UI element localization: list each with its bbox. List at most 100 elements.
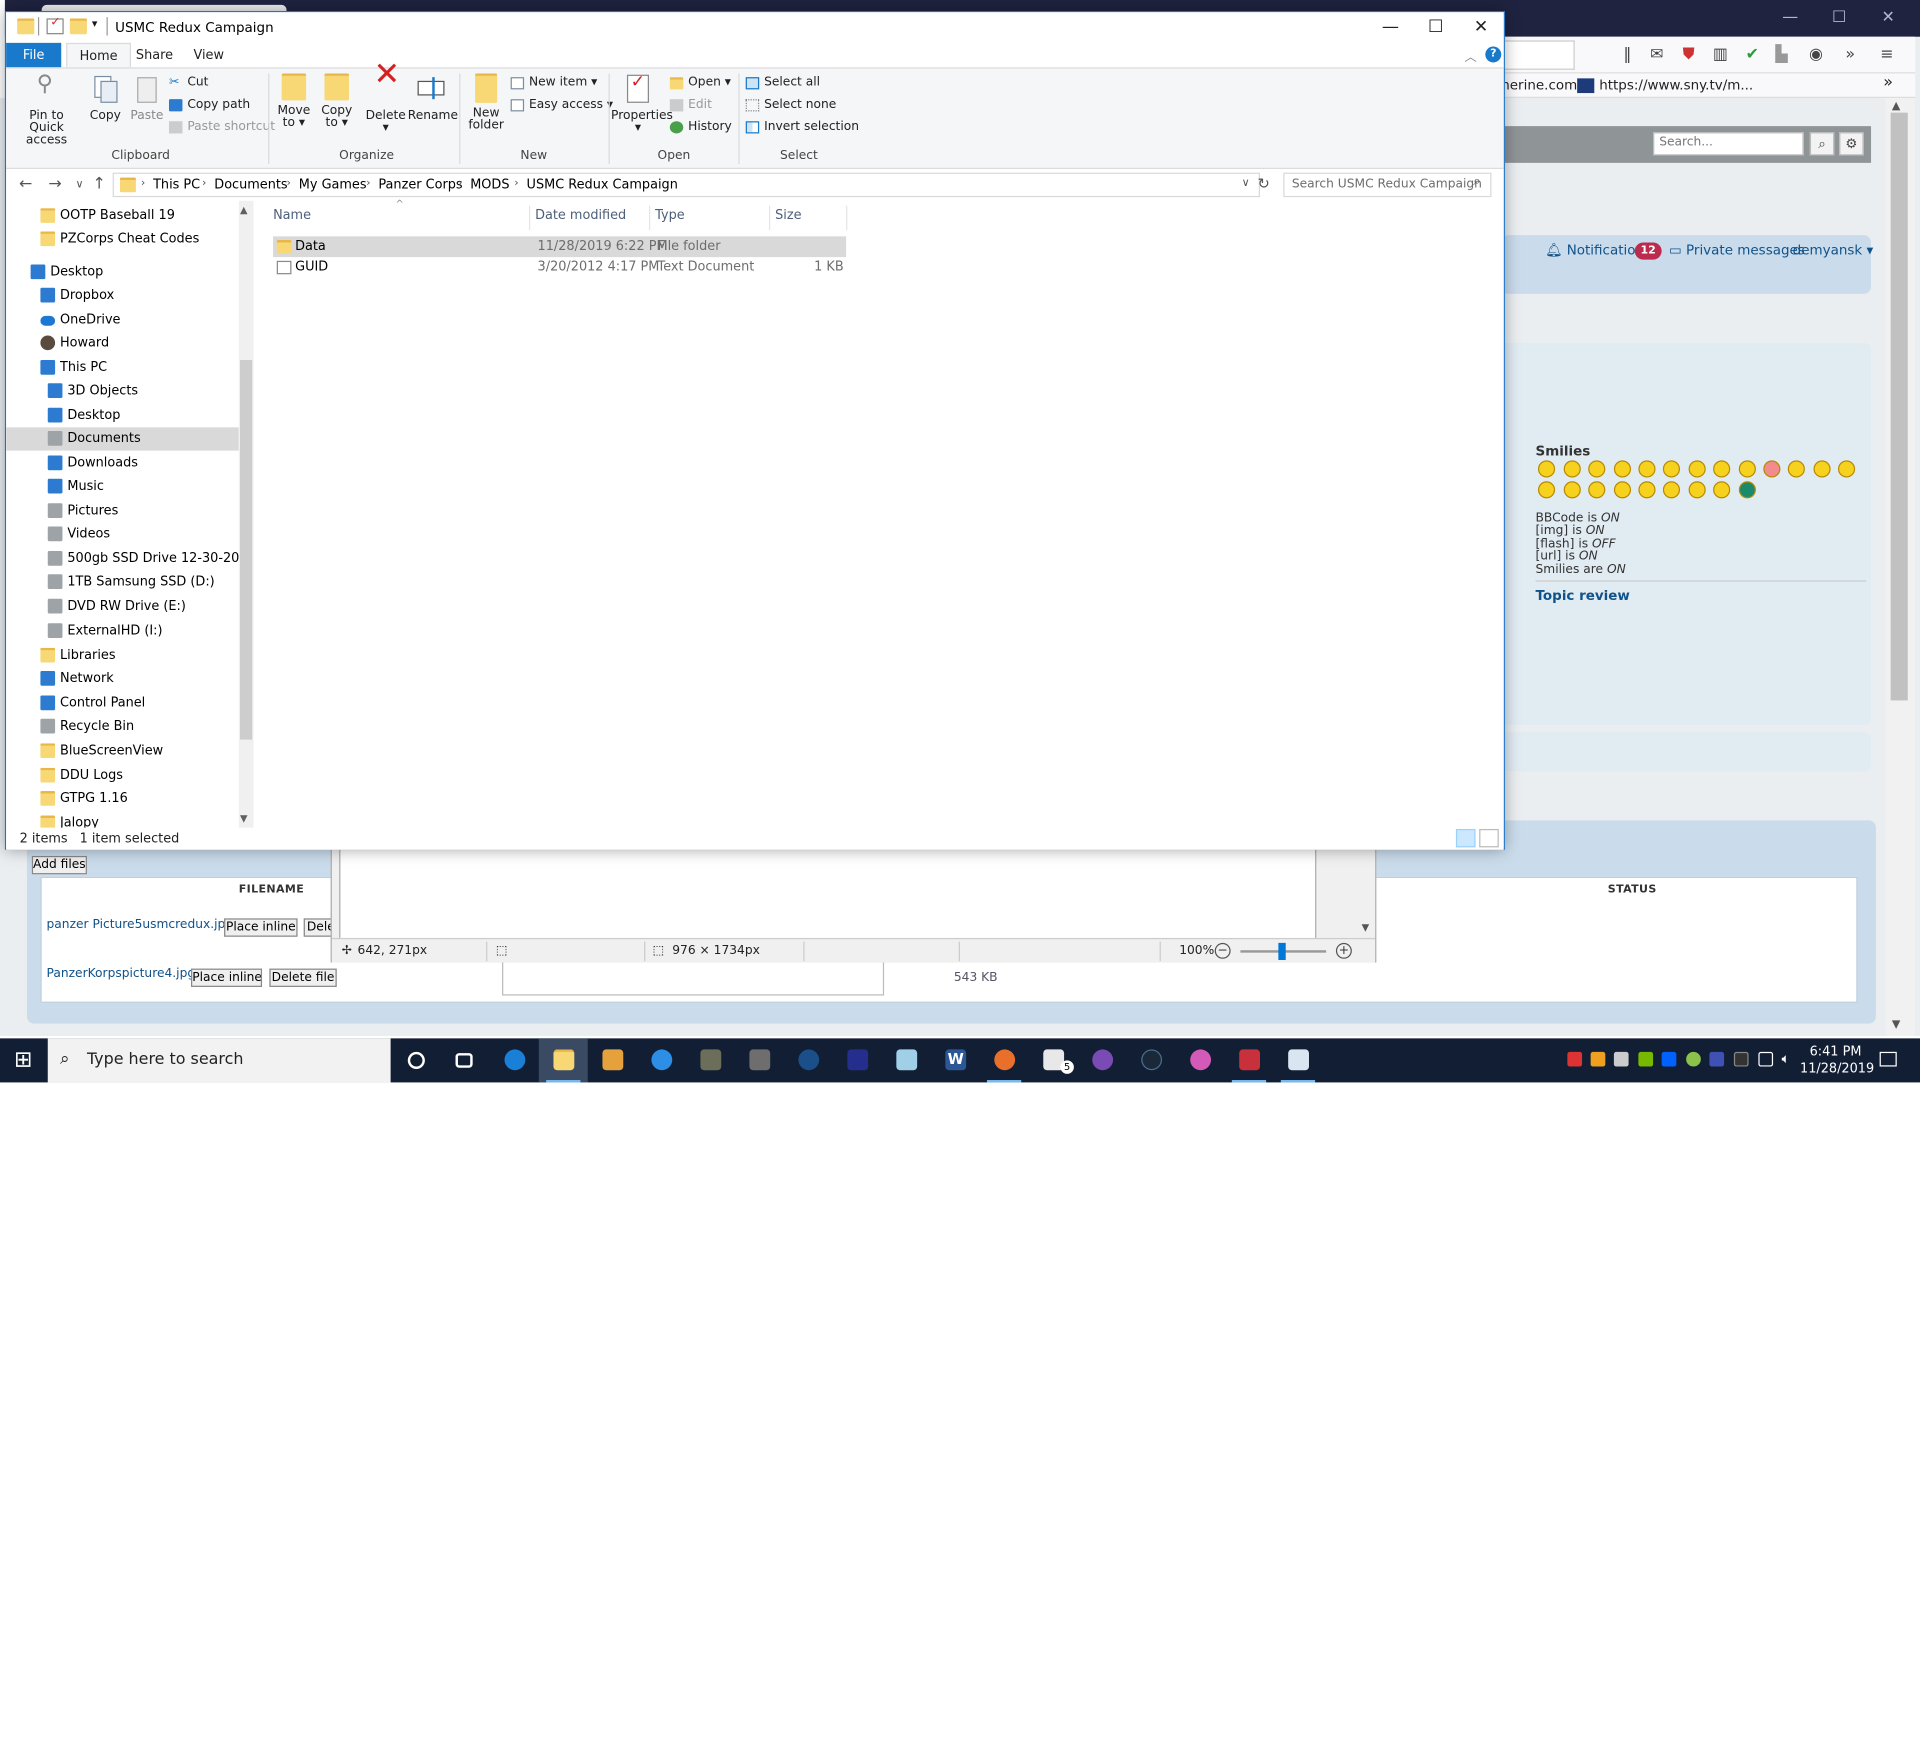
- tab-share[interactable]: Share: [124, 43, 186, 67]
- smiley-icon[interactable]: [1787, 460, 1805, 478]
- move-to-button[interactable]: Move to ▾: [273, 73, 315, 129]
- cut-button[interactable]: ✂ Cut: [169, 73, 208, 93]
- minimize-button[interactable]: —: [1368, 12, 1413, 43]
- browser-minimize-button[interactable]: —: [1763, 0, 1817, 37]
- properties-button[interactable]: ✓ Properties ▾: [611, 73, 673, 134]
- browser-close-button[interactable]: ✕: [1861, 0, 1915, 37]
- smiley-icon[interactable]: [1588, 460, 1606, 478]
- notepad-icon[interactable]: [882, 1038, 931, 1082]
- scroll-up-icon[interactable]: ▲: [1892, 100, 1900, 112]
- chevron-right-icon[interactable]: »: [1883, 73, 1893, 91]
- file-row[interactable]: GUID 3/20/2012 4:17 PM Text Document 1 K…: [273, 257, 846, 278]
- shield-icon[interactable]: ⛊: [1678, 44, 1700, 66]
- smiley-icon[interactable]: [1638, 481, 1656, 499]
- tray-plane-icon[interactable]: [1613, 1051, 1629, 1067]
- sidebar-item-documents[interactable]: Documents: [6, 427, 239, 451]
- column-name[interactable]: Name: [273, 208, 311, 223]
- back-arrow-icon[interactable]: ←: [16, 175, 36, 193]
- smiley-icon[interactable]: [1563, 460, 1581, 478]
- column-type[interactable]: Type: [655, 208, 685, 223]
- sidebar-item-downloads[interactable]: Downloads: [6, 452, 239, 475]
- bookmark-item[interactable]: https://www.sny.tv/m...: [1599, 77, 1753, 93]
- smiley-icon[interactable]: [1613, 460, 1632, 478]
- breadcrumb-my-games[interactable]: My Games: [299, 178, 367, 193]
- forward-arrow-icon[interactable]: →: [45, 175, 65, 193]
- scroll-down-icon[interactable]: ▼: [1362, 922, 1370, 933]
- mail-icon[interactable]: 5: [1029, 1038, 1078, 1082]
- file-row[interactable]: Data 11/28/2019 6:22 PM File folder: [273, 236, 847, 258]
- clock-date[interactable]: 11/28/2019: [1800, 1062, 1874, 1077]
- sidebar-item-3d-objects[interactable]: 3D Objects: [6, 380, 239, 403]
- sidebar-item-desktop[interactable]: Desktop: [6, 261, 239, 284]
- sidebar-item-pzcorps-cheat-codes[interactable]: PZCorps Cheat Codes: [6, 228, 239, 251]
- smiley-icon[interactable]: [1713, 460, 1731, 478]
- action-center-icon[interactable]: [1879, 1051, 1897, 1067]
- sidebar-item-dvd-rw-drive-e[interactable]: DVD RW Drive (E:): [6, 595, 239, 618]
- edit-button[interactable]: Edit: [669, 96, 712, 116]
- extension-icon[interactable]: ▙: [1771, 44, 1793, 66]
- sidebar-item-500gb-ssd-drive-12-30-2016-c[interactable]: 500gb SSD Drive 12-30-2016 (C:): [6, 547, 246, 570]
- customize-quick-access-icon[interactable]: ▾: [92, 18, 98, 30]
- user-menu[interactable]: demyansk ▾: [1793, 242, 1874, 258]
- gog-galaxy-icon[interactable]: [1078, 1038, 1127, 1082]
- bookmark-item[interactable]: nerine.com/: [1501, 77, 1582, 93]
- column-divider[interactable]: [648, 205, 651, 231]
- game-launcher-icon[interactable]: [735, 1038, 784, 1082]
- delete-file-button[interactable]: Delete file: [269, 968, 337, 987]
- invert-selection-button[interactable]: Invert selection: [745, 118, 859, 138]
- file-explorer-taskbar-icon[interactable]: [538, 1038, 588, 1083]
- column-date-modified[interactable]: Date modified: [535, 208, 626, 223]
- word-icon[interactable]: W: [931, 1038, 980, 1082]
- smiley-icon[interactable]: [1763, 460, 1781, 478]
- tray-m-icon[interactable]: [1709, 1051, 1725, 1067]
- sidebar-item-libraries[interactable]: Libraries: [6, 644, 239, 667]
- smiley-icon[interactable]: [1638, 460, 1656, 478]
- maximize-button[interactable]: ☐: [1413, 12, 1458, 43]
- smiley-icon[interactable]: [1713, 481, 1731, 499]
- collapse-ribbon-icon[interactable]: ︿: [1465, 47, 1477, 64]
- viewer-scrollbar[interactable]: ▼: [1357, 848, 1376, 938]
- breadcrumb-mods[interactable]: MODS: [470, 178, 509, 193]
- smiley-icon[interactable]: [1537, 481, 1556, 499]
- sidebar-item-music[interactable]: Music: [6, 475, 239, 498]
- sidebar-icon[interactable]: ▥: [1709, 44, 1731, 66]
- large-icons-view-icon[interactable]: [1479, 828, 1499, 848]
- close-button[interactable]: ✕: [1458, 12, 1503, 43]
- new-folder-button[interactable]: New folder: [464, 73, 508, 132]
- headset-app-icon[interactable]: [784, 1038, 833, 1082]
- sidebar-item-videos[interactable]: Videos: [6, 523, 239, 546]
- properties-icon[interactable]: ✓: [46, 16, 64, 35]
- skype-icon[interactable]: [637, 1038, 686, 1082]
- copy-button[interactable]: Copy: [84, 73, 126, 122]
- address-bar[interactable]: › This PC › Documents › My Games › Panze…: [112, 172, 1261, 198]
- scroll-up-icon[interactable]: ▲: [240, 204, 248, 215]
- pin-to-quick-access-button[interactable]: ⚲ Pin to Quick access: [13, 73, 79, 146]
- breadcrumb-current[interactable]: USMC Redux Campaign: [527, 178, 678, 193]
- network-icon[interactable]: [1758, 1051, 1774, 1067]
- smiley-icon[interactable]: [1588, 481, 1606, 499]
- sidebar-item-onedrive[interactable]: OneDrive: [6, 309, 239, 332]
- select-none-button[interactable]: Select none: [745, 96, 836, 116]
- refresh-icon[interactable]: ↻: [1258, 175, 1270, 192]
- smiley-icon[interactable]: [1537, 460, 1556, 478]
- up-arrow-icon[interactable]: ↑: [89, 175, 109, 193]
- smiley-icon[interactable]: [1738, 481, 1756, 499]
- volume-icon[interactable]: 🔈︎: [1782, 1051, 1797, 1067]
- search-icon[interactable]: ⌕: [1809, 132, 1835, 156]
- scroll-thumb[interactable]: [1890, 112, 1908, 701]
- place-inline-button[interactable]: Place inline: [224, 918, 298, 937]
- amazon-music-icon[interactable]: [833, 1038, 882, 1082]
- easy-access-button[interactable]: Easy access ▾: [510, 96, 613, 116]
- sidebar-item-desktop[interactable]: Desktop: [6, 404, 239, 427]
- sidebar-item-control-panel[interactable]: Control Panel: [6, 692, 239, 715]
- sidebar-item-bluescreenview[interactable]: BlueScreenView: [6, 740, 239, 763]
- task-view-icon[interactable]: [440, 1038, 489, 1082]
- tv-app-icon[interactable]: [1225, 1038, 1274, 1083]
- gear-icon[interactable]: ⚙: [1839, 132, 1864, 156]
- select-all-button[interactable]: Select all: [745, 73, 820, 93]
- sidebar-item-ootp-baseball-19[interactable]: OOTP Baseball 19: [6, 204, 239, 227]
- column-size[interactable]: Size: [775, 208, 801, 223]
- tab-home[interactable]: Home: [66, 42, 132, 68]
- scroll-down-icon[interactable]: ▼: [240, 813, 248, 824]
- nvidia-icon[interactable]: [1638, 1051, 1654, 1067]
